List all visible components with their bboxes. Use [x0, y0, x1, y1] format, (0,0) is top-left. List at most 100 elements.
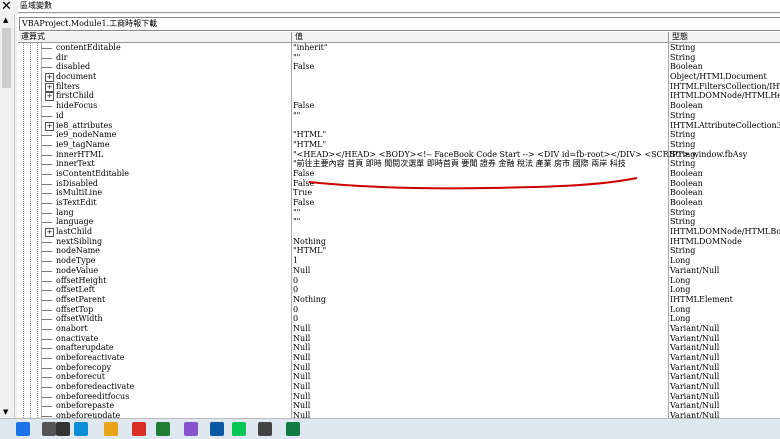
tree-connector: [42, 246, 54, 256]
table-row[interactable]: nodeName "HTML" String: [18, 246, 780, 256]
row-name: onbeforedeactivate: [56, 382, 135, 392]
row-type: Boolean: [670, 198, 703, 207]
row-value: Null: [293, 391, 311, 401]
expand-plus-icon[interactable]: +: [45, 73, 54, 83]
windows-start-icon[interactable]: [16, 422, 30, 436]
row-value: "前往主要內容 首頁 即時 聞閱次選單 即時首頁 要聞 證券 金融 稅法 產業 …: [293, 159, 626, 169]
row-value: Null: [293, 323, 311, 333]
table-row[interactable]: +filters IHTMLFiltersCollection/IHTMLFi: [18, 82, 780, 92]
table-row[interactable]: onbeforecopy Null Variant/Null: [18, 363, 780, 373]
table-row[interactable]: onabort Null Variant/Null: [18, 324, 780, 334]
calculator-icon[interactable]: [156, 422, 170, 436]
table-row[interactable]: onafterupdate Null Variant/Null: [18, 343, 780, 353]
search-icon[interactable]: [42, 422, 56, 436]
edge-icon[interactable]: [74, 422, 88, 436]
row-type: String: [670, 159, 696, 169]
tree-connector: [42, 256, 54, 266]
table-row[interactable]: + document Object/HTMLDocument: [18, 72, 780, 83]
row-name: lastChild: [56, 227, 93, 237]
table-row[interactable]: offsetWidth 0 Long: [18, 314, 780, 324]
project-path-box: VBAProject.Module1.工商時報下載: [19, 17, 780, 31]
expand-plus-icon[interactable]: +: [45, 228, 54, 238]
table-row[interactable]: onbeforeactivate Null Variant/Null: [18, 353, 780, 363]
scroll-down-arrow-icon[interactable]: ▼: [3, 408, 8, 416]
column-header-expression[interactable]: 運算式: [18, 32, 292, 42]
table-row[interactable]: isTextEdit False Boolean: [18, 198, 780, 208]
locals-panel: VBAProject.Module1.工商時報下載 運算式 值 型態 conte…: [17, 14, 780, 420]
table-row[interactable]: innerHTML "<HEAD></HEAD> <BODY><!-- FaceB…: [18, 150, 780, 160]
row-name: offsetTop: [56, 304, 94, 314]
expand-plus-icon[interactable]: +: [45, 121, 54, 131]
row-value: Null: [293, 353, 311, 362]
table-row[interactable]: onbeforeeditfocus Null Variant/Null: [18, 392, 780, 402]
row-type: String: [670, 139, 696, 149]
column-header-type[interactable]: 型態: [669, 32, 780, 42]
row-name: disabled: [56, 62, 91, 72]
tree-connector: [42, 188, 54, 198]
table-row[interactable]: lang "" String: [18, 208, 780, 218]
tree-connector: [42, 43, 54, 53]
scroll-up-arrow-icon[interactable]: ▲: [3, 16, 8, 24]
row-type: Long: [670, 256, 691, 266]
row-name: offsetParent: [56, 294, 106, 304]
snipping-icon[interactable]: [184, 422, 198, 436]
windows-taskbar: [0, 418, 780, 439]
table-row[interactable]: ie9_tagName "HTML" String: [18, 140, 780, 150]
app-icon[interactable]: [132, 422, 146, 436]
row-type: Object/HTMLDocument: [670, 72, 767, 82]
line-icon[interactable]: [232, 422, 246, 436]
table-row[interactable]: offsetParent Nothing IHTMLElement: [18, 295, 780, 305]
table-row[interactable]: onbeforepaste Null Variant/Null: [18, 401, 780, 411]
table-row[interactable]: disabled False Boolean: [18, 62, 780, 72]
table-row[interactable]: offsetHeight 0 Long: [18, 276, 780, 286]
table-row[interactable]: offsetTop 0 Long: [18, 305, 780, 315]
table-row[interactable]: onbeforecut Null Variant/Null: [18, 372, 780, 382]
table-row[interactable]: + lastChild IHTMLDOMNode/HTMLBody: [18, 227, 780, 238]
row-type: String: [670, 217, 696, 227]
tree-connector: [42, 285, 54, 295]
row-name: offsetHeight: [56, 275, 107, 285]
row-name: document: [56, 72, 97, 82]
scroll-thumb[interactable]: [2, 28, 11, 88]
table-row[interactable]: id "" String: [18, 111, 780, 121]
row-value: 0: [293, 285, 299, 295]
tree-connector: [42, 62, 54, 72]
table-row[interactable]: hideFocus False Boolean: [18, 101, 780, 111]
table-row[interactable]: offsetLeft 0 Long: [18, 285, 780, 295]
table-row[interactable]: innerText "前往主要內容 首頁 即時 聞閱次選單 即時首頁 要聞 證券 …: [18, 159, 780, 169]
photos-icon[interactable]: [210, 422, 224, 436]
row-type: Variant/Null: [670, 372, 720, 382]
task-view-icon[interactable]: [56, 422, 70, 436]
window-title: 區域變數: [20, 1, 52, 10]
tree-connector: [42, 401, 54, 411]
tree-connector: [42, 53, 54, 63]
tree-connector: [42, 314, 54, 324]
table-row[interactable]: onactivate Null Variant/Null: [18, 334, 780, 344]
table-row[interactable]: nodeValue Null Variant/Null: [18, 266, 780, 276]
table-row[interactable]: ie9_nodeName "HTML" String: [18, 130, 780, 140]
table-row[interactable]: nextSibling Nothing IHTMLDOMNode: [18, 237, 780, 247]
close-icon[interactable]: ✕: [1, 0, 12, 14]
table-row[interactable]: dir "" String: [18, 53, 780, 63]
table-row[interactable]: + ie8_attributes IHTMLAttributeCollection3…: [18, 121, 780, 131]
left-scrollbar[interactable]: ▲ ▼: [0, 14, 15, 418]
tree-connector: [42, 169, 54, 179]
table-row[interactable]: language "" String: [18, 217, 780, 227]
row-name: onactivate: [56, 333, 99, 343]
table-row[interactable]: onbeforedeactivate Null Variant/Null: [18, 382, 780, 392]
tree-connector: [42, 217, 54, 227]
app-icon-2[interactable]: [258, 422, 272, 436]
table-row[interactable]: nodeType 1 Long: [18, 256, 780, 266]
expand-plus-icon[interactable]: +: [45, 92, 54, 102]
row-type: String: [670, 130, 696, 140]
row-name: isMultiLine: [56, 188, 103, 198]
row-value: Null: [293, 382, 311, 392]
expand-plus-icon[interactable]: +: [45, 82, 54, 92]
excel-icon[interactable]: [286, 422, 300, 436]
column-header-value[interactable]: 值: [292, 32, 669, 42]
table-row[interactable]: contentEditable "inherit" String: [18, 43, 780, 53]
table-row[interactable]: +firstChild IHTMLDOMNode/HTMLHeadEle: [18, 91, 780, 102]
row-name: onafterupdate: [56, 343, 114, 353]
chrome-icon[interactable]: [104, 422, 118, 436]
tree-connector: [42, 266, 54, 276]
